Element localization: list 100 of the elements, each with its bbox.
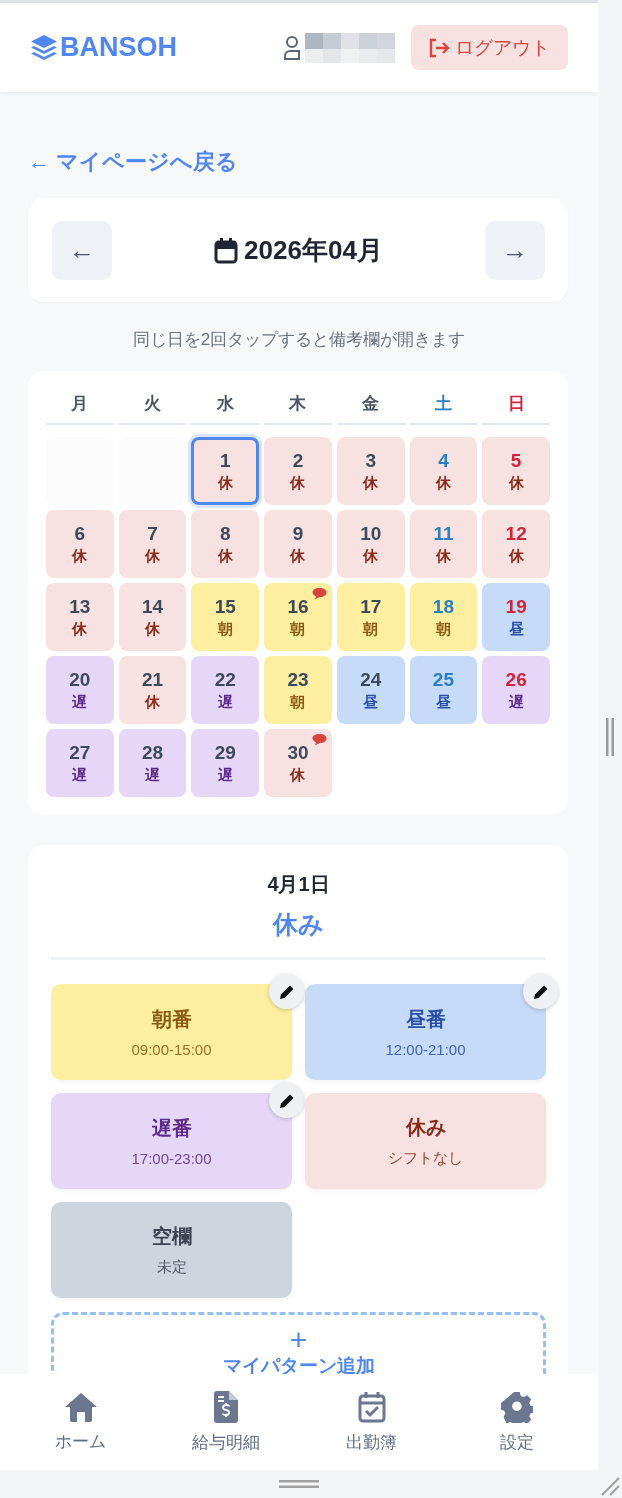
day-number: 23 [287, 668, 309, 692]
shift-label: 休 [290, 546, 306, 566]
shift-label: 遅 [508, 692, 524, 712]
shift-label: 昼 [363, 692, 379, 712]
pattern-time: 17:00-23:00 [131, 1150, 212, 1167]
day-number: 29 [214, 741, 236, 765]
day-number: 7 [147, 522, 158, 546]
calendar-day[interactable]: 28 遅 [118, 729, 187, 797]
day-number: 21 [142, 668, 164, 692]
day-number: 18 [432, 595, 454, 619]
pattern-time: 未定 [156, 1258, 187, 1277]
nav-tab[interactable]: 出勤簿 [311, 1391, 432, 1453]
calendar-day[interactable]: 1 休 [191, 437, 260, 505]
calendar-day[interactable]: 3 休 [336, 437, 405, 505]
calendar-day[interactable]: 14 休 [118, 583, 187, 651]
pattern-time: 12:00-21:00 [385, 1041, 466, 1058]
calendar-day[interactable]: 29 遅 [191, 729, 260, 797]
day-number: 14 [142, 595, 164, 619]
edit-button[interactable] [269, 1083, 304, 1118]
shift-label: 休 [145, 619, 161, 639]
calendar-day[interactable]: 18 朝 [409, 583, 478, 651]
edit-button[interactable] [269, 974, 304, 1009]
nav-tab[interactable]: ホーム [20, 1392, 141, 1452]
calendar-day[interactable]: 13 休 [46, 583, 114, 651]
calendar-day[interactable]: 22 遅 [191, 656, 260, 724]
day-number: 3 [365, 449, 376, 473]
shift-label: 休 [72, 619, 88, 639]
calendar-day[interactable]: 10 休 [336, 510, 405, 578]
day-status: 休み [273, 909, 324, 940]
nav-tab[interactable]: 給与明細 [166, 1391, 287, 1453]
calendar-day[interactable]: 21 休 [118, 656, 187, 724]
day-number: 22 [214, 668, 236, 692]
calendar-check-icon [357, 1391, 386, 1423]
shift-label: 休 [508, 546, 524, 566]
user-icon [283, 34, 301, 61]
weekday-label: 日 [507, 392, 525, 415]
pattern-time: シフトなし [388, 1149, 463, 1168]
edit-button[interactable] [523, 974, 558, 1009]
day-number: 16 [287, 595, 309, 619]
shift-pattern-card[interactable]: 空欄 未定 [51, 1202, 292, 1298]
weekday-label: 火 [144, 392, 162, 415]
shift-label: 朝 [363, 619, 379, 639]
calendar-day[interactable]: 15 朝 [191, 583, 260, 651]
calendar-day[interactable]: 25 昼 [409, 656, 478, 724]
shift-label: 休 [435, 473, 451, 493]
shift-label: 休 [290, 765, 306, 785]
calendar-day[interactable]: 20 遅 [46, 656, 114, 724]
shift-label: 休 [72, 546, 88, 566]
shift-pattern-card[interactable]: 遅番 17:00-23:00 [51, 1093, 292, 1189]
weekday-label: 月 [71, 392, 89, 415]
calendar-day[interactable]: 27 遅 [46, 729, 114, 797]
weekday-label: 金 [362, 392, 380, 415]
shift-label: 朝 [217, 619, 233, 639]
calendar-day[interactable]: 9 休 [264, 510, 332, 578]
month-title: 2026年04月 [244, 234, 383, 267]
previous-month-button[interactable]: ← [52, 221, 112, 280]
calendar-day[interactable]: 16 朝 [264, 583, 332, 651]
calendar-day[interactable]: 7 休 [118, 510, 187, 578]
day-number: 20 [69, 668, 91, 692]
shift-label: 遅 [145, 765, 161, 785]
next-month-button[interactable]: → [485, 221, 545, 280]
day-number: 25 [432, 668, 454, 692]
calendar-day[interactable]: 30 休 [264, 729, 332, 797]
weekday-label: 土 [434, 392, 452, 415]
selected-date: 4月1日 [267, 872, 330, 897]
day-number: 5 [510, 449, 522, 473]
calendar-day[interactable]: 11 休 [409, 510, 478, 578]
day-number: 12 [505, 522, 527, 546]
shift-label: 休 [217, 473, 233, 493]
resize-grip-icon [600, 1476, 620, 1496]
calendar-day[interactable]: 26 遅 [482, 656, 550, 724]
calendar-day[interactable]: 23 朝 [264, 656, 332, 724]
drag-handle-icon [279, 1479, 319, 1489]
calendar-day[interactable]: 12 休 [482, 510, 550, 578]
pattern-name: 休み [405, 1115, 446, 1140]
day-number: 9 [292, 522, 304, 546]
weekday-label: 水 [216, 392, 234, 415]
shift-pattern-card[interactable]: 休み シフトなし [305, 1093, 546, 1189]
nav-tab[interactable]: 設定 [457, 1391, 578, 1453]
settings-icon [501, 1391, 534, 1423]
shift-label: 休 [290, 473, 306, 493]
shift-label: 昼 [435, 692, 451, 712]
day-number: 2 [292, 449, 304, 473]
calendar-day[interactable]: 2 休 [264, 437, 332, 505]
calendar-day[interactable]: 4 休 [409, 437, 478, 505]
calendar-day[interactable]: 5 休 [482, 437, 550, 505]
calendar-day[interactable]: 6 休 [46, 510, 114, 578]
pattern-time: 09:00-15:00 [131, 1041, 212, 1058]
calendar-day[interactable]: 24 昼 [336, 656, 405, 724]
day-number: 13 [69, 595, 91, 619]
calendar-day[interactable]: 17 朝 [336, 583, 405, 651]
calendar-day[interactable]: 19 昼 [482, 583, 550, 651]
day-number: 1 [220, 449, 231, 473]
invoice-icon [214, 1391, 239, 1423]
shift-pattern-card[interactable]: 朝番 09:00-15:00 [51, 984, 292, 1080]
calendar-day[interactable]: 8 休 [191, 510, 260, 578]
hint-text: 同じ日を2回タップすると備考欄が開きます [132, 330, 466, 349]
shift-pattern-card[interactable]: 昼番 12:00-21:00 [305, 984, 546, 1080]
logout-icon [429, 37, 451, 58]
calendar-icon [214, 237, 239, 264]
